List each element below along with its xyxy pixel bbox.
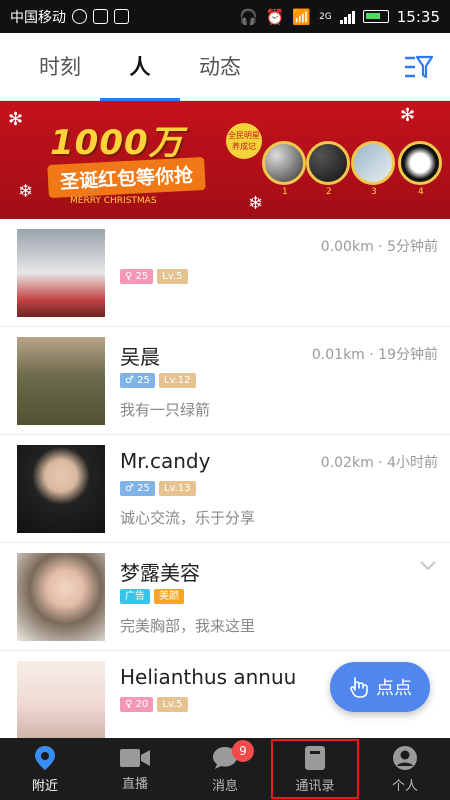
unread-badge: 9 xyxy=(232,740,254,762)
avatar[interactable] xyxy=(17,445,105,533)
snowflake-icon: ❄ xyxy=(18,181,34,202)
level-badge: Lv.13 xyxy=(158,481,196,496)
alarm-icon: ⏰ xyxy=(265,7,285,26)
dian-dian-button[interactable]: 点点 xyxy=(330,662,430,712)
snowflake-icon: ❄ xyxy=(248,193,264,214)
banner-merry: MERRY CHRISTMAS xyxy=(70,196,157,206)
user-bio: 诚心交流，乐于分享 xyxy=(120,509,256,527)
carrier-label: 中国移动 xyxy=(10,9,66,26)
user-name: 吴晨 xyxy=(120,345,160,369)
avatar[interactable] xyxy=(17,553,105,641)
nav-live[interactable]: 直播 xyxy=(90,738,180,800)
gender-age-badge: ♀ 20 xyxy=(120,697,154,712)
tab-moments[interactable]: 时刻 xyxy=(20,33,100,101)
notification-icon xyxy=(72,9,87,24)
list-item[interactable]: Mr.candy 0.02km · 4小时前 ♂ 25 Lv.13 诚心交流，乐… xyxy=(0,435,450,543)
user-name: Mr.candy xyxy=(120,449,211,473)
distance-time: 0.00km · 5分钟前 xyxy=(320,239,438,255)
signal-icon xyxy=(339,10,355,24)
user-bio: 完美胸部，我来这里 xyxy=(120,617,256,635)
nav-messages[interactable]: 9 消息 xyxy=(180,738,270,800)
avatar[interactable] xyxy=(17,229,105,317)
list-item[interactable]: 0.00km · 5分钟前 ♀ 25 Lv.5 xyxy=(0,219,450,327)
nav-label: 通讯录 xyxy=(295,778,335,794)
bottom-nav: 附近 直播 9 消息 通讯录 个人 xyxy=(0,738,450,800)
wifi-icon: 📶 xyxy=(292,7,312,26)
network-label: 2G xyxy=(319,11,332,22)
image-icon xyxy=(93,9,108,24)
video-camera-icon xyxy=(120,748,150,767)
avatar[interactable] xyxy=(17,337,105,425)
nav-label: 消息 xyxy=(211,778,238,794)
status-bar: 中国移动 🎧 ⏰ 📶 2G 15:35 xyxy=(0,0,450,33)
user-icon xyxy=(393,745,417,770)
banner-badge: 全民明星养成记 xyxy=(226,123,262,159)
nav-nearby[interactable]: 附近 xyxy=(0,738,90,800)
level-badge: Lv.5 xyxy=(157,269,188,284)
ornament-label: 2 xyxy=(326,187,332,197)
top-tabs: 时刻 人 动态 xyxy=(0,33,450,101)
gender-age-badge: ♂ 25 xyxy=(120,373,155,388)
distance-time: 0.01km · 19分钟前 xyxy=(311,347,438,363)
user-name: 梦露美容 xyxy=(120,561,200,585)
user-bio: 我有一只绿箭 xyxy=(120,401,211,419)
nav-profile[interactable]: 个人 xyxy=(360,738,450,800)
hand-tap-icon xyxy=(350,677,368,698)
tab-feed[interactable]: 动态 xyxy=(180,33,260,101)
ornament-label: 1 xyxy=(282,187,288,197)
gender-age-badge: ♂ 25 xyxy=(120,481,155,496)
level-badge: Lv.12 xyxy=(158,373,196,388)
user-name: Helianthus annuu xyxy=(120,665,297,689)
battery-icon xyxy=(362,10,389,23)
mail-icon xyxy=(114,9,129,24)
ad-badge: 广告 xyxy=(120,589,150,604)
location-pin-icon xyxy=(35,745,55,770)
nav-contacts[interactable]: 通讯录 xyxy=(270,738,360,800)
clock-time: 15:35 xyxy=(396,7,440,26)
banner-title: 1000万 xyxy=(50,123,184,163)
list-item[interactable]: 吴晨 0.01km · 19分钟前 ♂ 25 Lv.12 我有一只绿箭 xyxy=(0,327,450,435)
filter-button[interactable] xyxy=(404,53,434,81)
dian-dian-label: 点点 xyxy=(376,678,412,699)
category-badge: 美颜 xyxy=(154,589,184,604)
ornament-photo-2 xyxy=(306,141,350,185)
nav-label: 个人 xyxy=(391,778,418,794)
avatar[interactable] xyxy=(17,661,105,738)
snowflake-icon: ✻ xyxy=(400,105,416,126)
banner-subtitle: 圣诞红包等你抢 xyxy=(47,156,206,199)
ornament-photo-4 xyxy=(398,141,442,185)
gender-age-badge: ♀ 25 xyxy=(120,269,154,284)
nav-label: 直播 xyxy=(121,776,148,792)
nav-label: 附近 xyxy=(31,778,58,794)
ornament-label: 3 xyxy=(371,187,377,197)
snowflake-icon: ✻ xyxy=(8,109,24,130)
people-list: 0.00km · 5分钟前 ♀ 25 Lv.5 吴晨 0.01km · 19分钟… xyxy=(0,219,450,738)
list-item[interactable]: 梦露美容 广告 美颜 完美胸部，我来这里 xyxy=(0,543,450,651)
christmas-banner[interactable]: ✻ ❄ ✻ ❄ 1000万 圣诞红包等你抢 MERRY CHRISTMAS 全民… xyxy=(0,101,450,219)
filter-icon xyxy=(405,55,433,78)
headphones-icon: 🎧 xyxy=(239,7,258,26)
ornament-photo-3 xyxy=(351,141,395,185)
ornament-label: 4 xyxy=(418,187,424,197)
distance-time: 0.02km · 4小时前 xyxy=(320,455,438,471)
level-badge: Lv.5 xyxy=(157,697,188,712)
ornament-photo-1 xyxy=(262,141,306,185)
contacts-book-icon xyxy=(305,745,325,770)
chevron-down-icon[interactable] xyxy=(420,561,436,571)
tab-people[interactable]: 人 xyxy=(100,33,180,101)
